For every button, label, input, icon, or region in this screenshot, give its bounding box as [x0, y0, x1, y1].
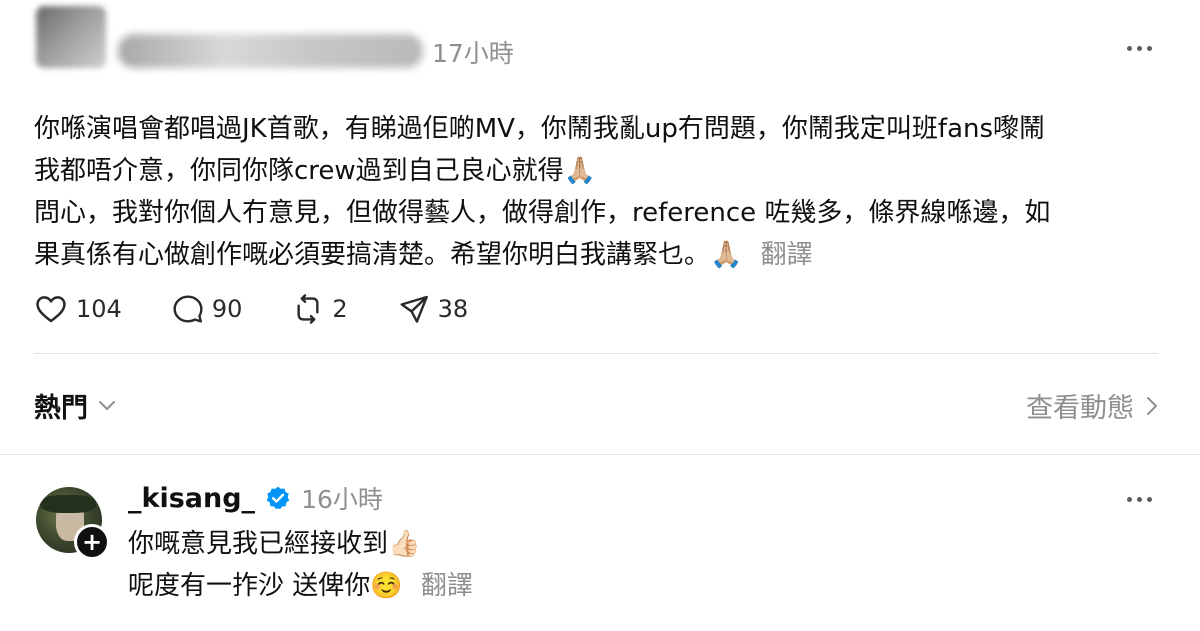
post-line: 問心，我對你個人冇意見，但做得藝人，做得創作，reference 咗幾多，條界線… — [34, 198, 1051, 228]
heart-icon — [36, 296, 66, 323]
more-options-icon[interactable] — [1127, 46, 1152, 51]
like-button[interactable]: 104 — [34, 292, 122, 326]
chevron-right-icon — [1147, 396, 1157, 415]
reply-line: 你嘅意見我已經接收到👍🏻 — [128, 529, 421, 559]
author-avatar-blurred[interactable] — [36, 6, 106, 68]
action-bar: 104 90 2 38 — [34, 292, 518, 326]
post-line: 你喺演唱會都唱過JK首歌，有睇過佢啲MV，你鬧我亂up冇問題，你鬧我定叫班fan… — [34, 114, 1046, 144]
repost-count: 2 — [332, 295, 348, 323]
view-activity-label: 查看動態 — [1026, 393, 1134, 424]
comment-button[interactable]: 90 — [172, 293, 243, 325]
post-timestamp: 17小時 — [432, 39, 514, 68]
author-name-blurred[interactable] — [118, 34, 423, 68]
send-icon — [400, 295, 428, 323]
reply-username[interactable]: _kisang_ — [128, 483, 255, 514]
reply-more-options-icon[interactable] — [1127, 497, 1152, 502]
share-button[interactable]: 38 — [398, 293, 469, 325]
reply-body: 你嘅意見我已經接收到👍🏻 呢度有一拃沙 送俾你☺️ 翻譯 — [128, 523, 473, 607]
post-line: 我都唔介意，你同你隊crew過到自己良心就得🙏🏼 — [34, 156, 597, 186]
repost-button[interactable]: 2 — [292, 293, 348, 325]
reply-translate-link[interactable]: 翻譯 — [421, 571, 473, 601]
sort-dropdown[interactable]: 熱門 — [34, 386, 116, 425]
follow-plus-icon[interactable]: + — [74, 524, 110, 560]
reply-timestamp: 16小時 — [301, 485, 383, 514]
chevron-down-icon — [99, 400, 115, 410]
repost-icon — [297, 294, 319, 324]
view-activity-link[interactable]: 查看動態 — [1026, 386, 1158, 425]
divider — [0, 454, 1200, 455]
comment-icon — [173, 295, 203, 323]
verified-badge-icon — [266, 486, 290, 510]
divider — [34, 353, 1158, 354]
reply-header: _kisang_ 16小時 — [128, 480, 383, 516]
translate-link[interactable]: 翻譯 — [761, 240, 813, 270]
like-count: 104 — [76, 295, 122, 323]
post-body: 你喺演唱會都唱過JK首歌，有睇過佢啲MV，你鬧我亂up冇問題，你鬧我定叫班fan… — [34, 108, 1164, 276]
post-line: 果真係有心做創作嘅必須要搞清楚。希望你明白我講緊乜。🙏🏼 — [34, 240, 743, 270]
sort-label: 熱門 — [34, 393, 88, 424]
comment-count: 90 — [211, 295, 243, 323]
share-count: 38 — [437, 295, 469, 323]
reply-line: 呢度有一拃沙 送俾你☺️ — [128, 571, 403, 601]
